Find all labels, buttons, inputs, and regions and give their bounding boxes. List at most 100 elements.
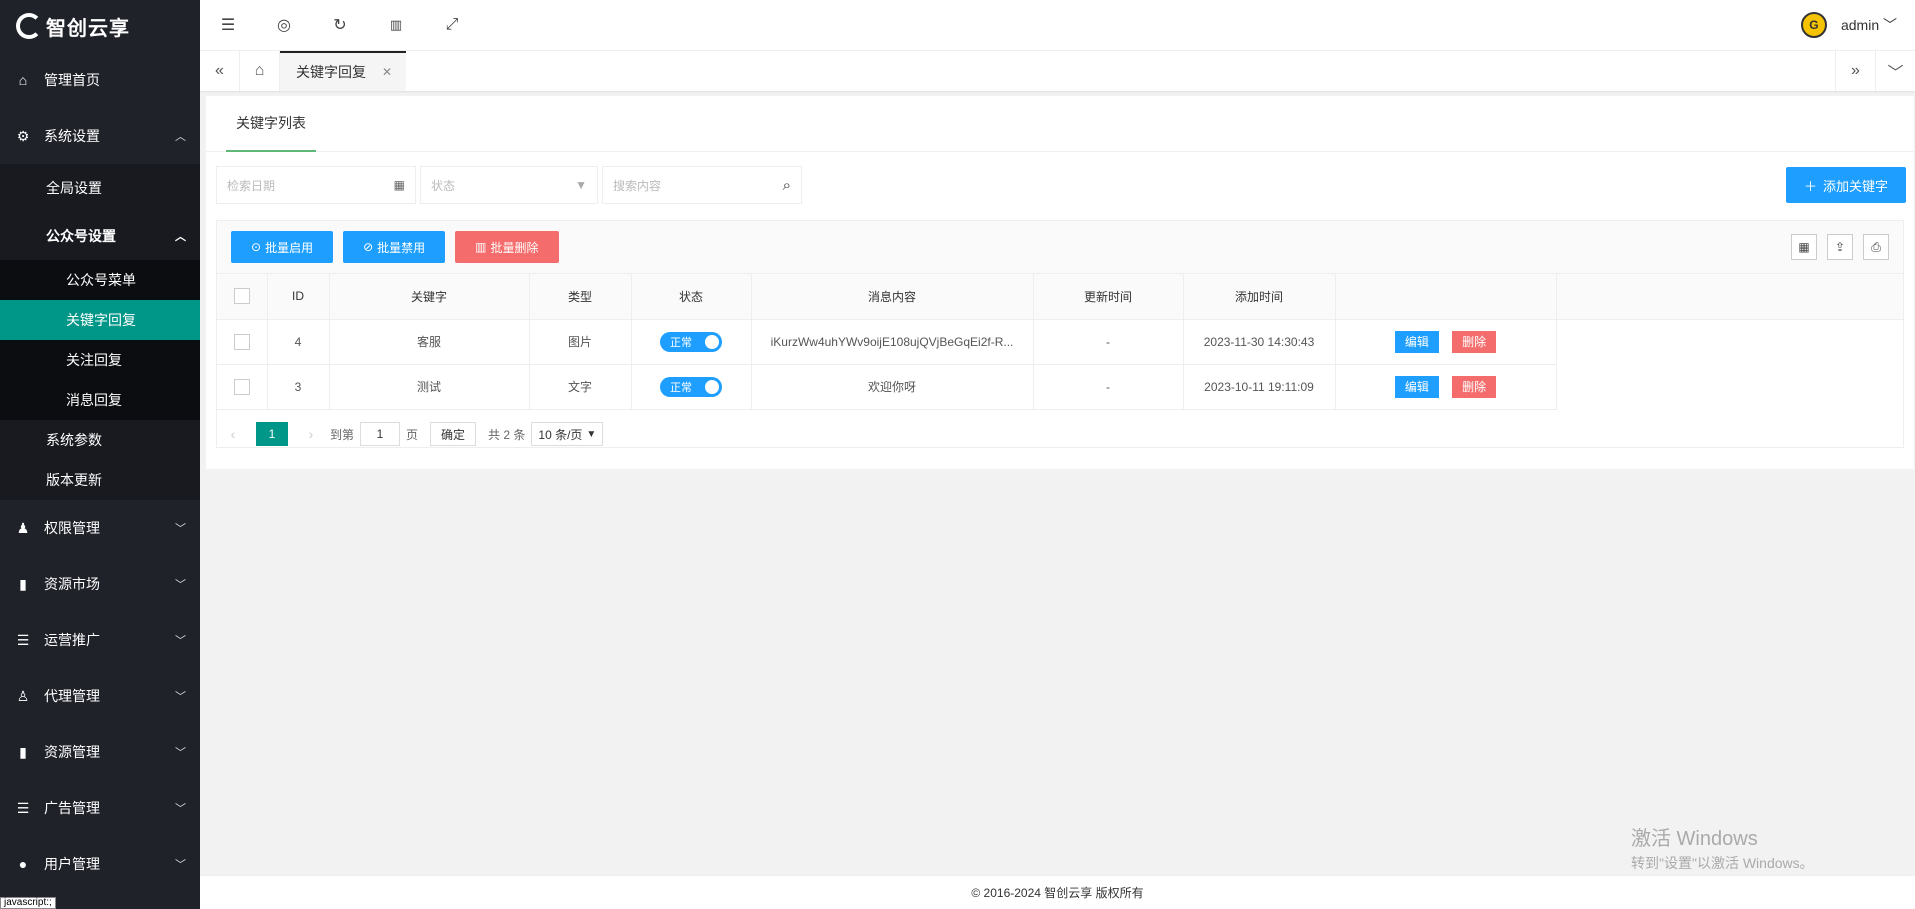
status-toggle[interactable]: 正常 (660, 331, 722, 352)
goto-label: 到第 (330, 427, 355, 442)
column-header[interactable]: 更新时间 (1033, 274, 1184, 320)
add-keyword-button[interactable]: ＋ 添加关键字 (1785, 167, 1906, 203)
sidebar-item-global[interactable]: 全局设置 (0, 164, 200, 212)
delete-button[interactable]: 删除 (1452, 375, 1497, 398)
sidebar-item-home[interactable]: ⌂ 管理首页 (0, 52, 200, 108)
date-filter-input[interactable]: 检索日期 ▦ (216, 166, 416, 204)
sidebar-item-operations[interactable]: ☰ 运营推广 ﹀ (0, 612, 200, 668)
sidebar-item-resources[interactable]: ▮ 资源管理 ﹀ (0, 724, 200, 780)
sidebar-item-system[interactable]: ⚙ 系统设置 ︿ (0, 108, 200, 164)
chevron-down-icon: ﹀ (175, 523, 186, 535)
footer: © 2016-2024 智创云享 版权所有 (200, 875, 1915, 909)
book-icon: ▮ (19, 575, 27, 592)
toggle-knob (705, 379, 719, 394)
refresh-icon[interactable]: ↻ (312, 0, 368, 51)
search-input[interactable]: 搜索内容 ⌕ (602, 166, 802, 204)
select-all-checkbox[interactable] (233, 288, 250, 305)
tab-keyword-reply[interactable]: 关键字回复 ✕ (280, 51, 407, 91)
sidebar-item-wechat[interactable]: 公众号设置 ︿ (0, 212, 200, 260)
cell-id: 3 (267, 364, 330, 410)
avatar[interactable]: G (1800, 12, 1827, 38)
globe-icon[interactable]: ◎ (256, 0, 312, 51)
cell-actions: 编辑 删除 (1335, 319, 1557, 365)
status-toggle[interactable]: 正常 (660, 376, 722, 397)
chevron-up-icon: ︿ (175, 231, 186, 243)
batch-disable-button[interactable]: ⊘ 批量禁用 (343, 231, 446, 263)
sidebar-item-follow-reply[interactable]: 关注回复 (0, 340, 200, 380)
cell-id: 4 (267, 319, 330, 365)
column-header[interactable]: 关键字 (329, 274, 530, 320)
row-checkbox[interactable] (233, 378, 250, 395)
delete-button[interactable]: 删除 (1452, 330, 1497, 353)
sidebar-item-permissions[interactable]: ♟ 权限管理 ﹀ (0, 500, 200, 556)
list-icon: ☰ (16, 799, 30, 816)
check-circle-icon: ⊙ (251, 240, 262, 254)
chevron-down-icon: ﹀ (175, 635, 186, 647)
prev-page-icon[interactable]: ‹ (220, 426, 246, 442)
table-row: 3 测试 文字 正常 欢迎你呀 - 2023-10-11 19:11:09 编辑 (217, 364, 1903, 410)
cell-updated: - (1033, 319, 1184, 365)
user-menu[interactable]: admin ﹀ (1841, 15, 1897, 35)
book-icon: ▮ (19, 743, 27, 760)
calendar-icon: ▦ (393, 178, 405, 192)
columns-filter-icon[interactable]: ▦ (1791, 234, 1817, 260)
scroll-left-icon[interactable]: « (200, 51, 240, 91)
chevron-down-icon: ﹀ (175, 579, 186, 591)
scroll-right-icon[interactable]: » (1835, 51, 1875, 91)
table-header-row: ID 关键字 类型 状态 消息内容 更新时间 添加时间 (217, 274, 1903, 320)
search-icon[interactable]: ⌕ (783, 177, 791, 194)
data-table: ID 关键字 类型 状态 消息内容 更新时间 添加时间 4 客服 图片 正常 i… (217, 274, 1903, 410)
sidebar-item-resource-market[interactable]: ▮ 资源市场 ﹀ (0, 556, 200, 612)
system-submenu: 全局设置 公众号设置 ︿ 公众号菜单 关键字回复 关注回复 消息回复 系统参数 … (0, 164, 200, 500)
logo-icon (16, 13, 42, 39)
sidebar-item-ads[interactable]: ☰ 广告管理 ﹀ (0, 780, 200, 836)
wechat-submenu: 公众号菜单 关键字回复 关注回复 消息回复 (0, 260, 200, 420)
copyright-text: © 2016-2024 智创云享 版权所有 (971, 886, 1144, 900)
sidebar-item-message-reply[interactable]: 消息回复 (0, 380, 200, 420)
next-page-icon[interactable]: › (298, 426, 324, 442)
home-tab-icon[interactable]: ⌂ (240, 51, 280, 91)
column-header[interactable]: 消息内容 (751, 274, 1034, 320)
close-icon[interactable]: ✕ (382, 65, 392, 79)
trash-icon[interactable]: ▥ (368, 0, 424, 51)
batch-enable-button[interactable]: ⊙ 批量启用 (231, 231, 334, 263)
row-select-cell (217, 364, 268, 410)
edit-button[interactable]: 编辑 (1394, 330, 1439, 353)
row-select-cell (217, 319, 268, 365)
column-header[interactable]: 添加时间 (1183, 274, 1336, 320)
sidebar-item-sys-params[interactable]: 系统参数 (0, 420, 200, 460)
sidebar-item-keyword-reply[interactable]: 关键字回复 (0, 300, 200, 340)
page-current[interactable]: 1 (256, 422, 288, 446)
sidebar-item-wechat-menu[interactable]: 公众号菜单 (0, 260, 200, 300)
chevron-down-icon: ﹀ (175, 691, 186, 703)
chevron-down-icon: ▼ (586, 428, 597, 440)
row-checkbox[interactable] (233, 333, 250, 350)
chevron-up-icon: ︿ (175, 131, 186, 143)
page-input[interactable]: 1 (360, 422, 401, 446)
total-count: 共 2 条 (488, 427, 526, 442)
column-header[interactable]: ID (267, 274, 330, 320)
trash-icon: ▥ (475, 240, 487, 254)
home-icon: ⌂ (18, 72, 28, 88)
page-size-select[interactable]: 10 条/页 ▼ (531, 422, 604, 446)
fullscreen-icon[interactable]: ⤢ (424, 0, 480, 51)
chevron-down-icon: ﹀ (1883, 17, 1897, 33)
column-header[interactable]: 状态 (631, 274, 752, 320)
confirm-page-button[interactable]: 确定 (430, 422, 477, 446)
tab-options-icon[interactable]: ﹀ (1875, 51, 1915, 91)
brand-logo[interactable]: 智创云享 (0, 0, 200, 52)
export-icon[interactable]: ⇪ (1827, 234, 1853, 260)
batch-delete-button[interactable]: ▥ 批量删除 (455, 231, 559, 263)
sidebar-item-version[interactable]: 版本更新 (0, 460, 200, 500)
sidebar-item-agents[interactable]: ♙ 代理管理 ﹀ (0, 668, 200, 724)
print-icon[interactable]: ⎙ (1863, 234, 1889, 260)
status-select[interactable]: 状态 ▼ (420, 166, 598, 204)
filler-cell (1556, 319, 1903, 364)
cell-content: 欢迎你呀 (751, 364, 1034, 410)
edit-button[interactable]: 编辑 (1394, 375, 1439, 398)
column-header[interactable]: 类型 (529, 274, 632, 320)
sidebar-item-users[interactable]: ● 用户管理 ﹀ (0, 836, 200, 892)
collapse-menu-icon[interactable]: ☰ (200, 0, 256, 51)
tab-keyword-list[interactable]: 关键字列表 (226, 96, 316, 152)
tabbar: « ⌂ 关键字回复 ✕ » ﹀ (200, 51, 1915, 91)
